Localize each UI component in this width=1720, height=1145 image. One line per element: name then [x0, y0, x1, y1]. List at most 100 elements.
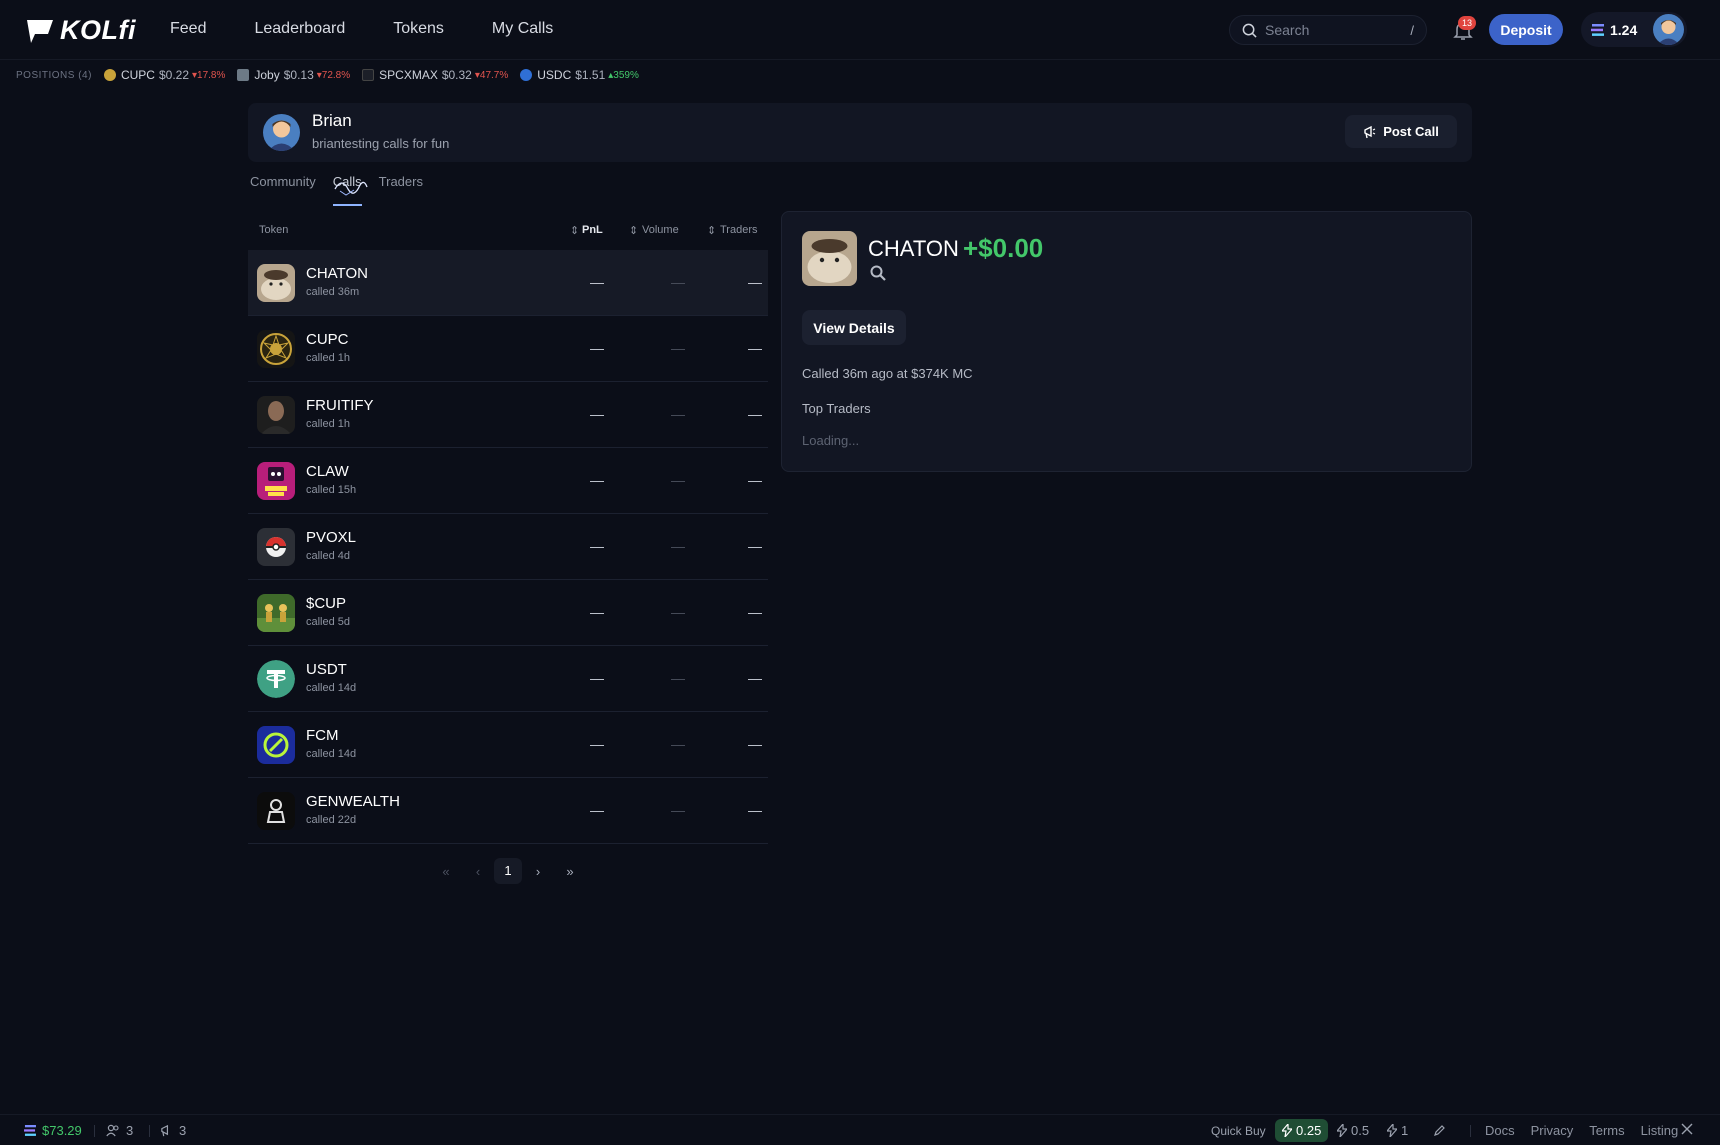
row-traders: —: [748, 472, 762, 488]
table-row[interactable]: USDT called 14d — — —: [248, 646, 768, 712]
usdt-token-image: [257, 660, 295, 698]
tab-traders[interactable]: Traders: [379, 174, 423, 198]
positions-ticker: POSITIONS (4) CUPC $0.22 ▾17.8% Joby $0.…: [0, 62, 1720, 88]
nav-leaderboard[interactable]: Leaderboard: [254, 20, 345, 38]
footer-calls[interactable]: 3: [160, 1123, 186, 1138]
sort-pnl-icon[interactable]: ⇕: [570, 224, 579, 237]
nav-tokens[interactable]: Tokens: [393, 20, 444, 38]
search-icon[interactable]: [870, 265, 886, 281]
position-symbol: Joby: [254, 68, 280, 82]
token-called-time: called 4d: [306, 550, 351, 562]
pagination-next[interactable]: ›: [522, 864, 554, 879]
x-social-icon[interactable]: [1681, 1123, 1693, 1135]
profile-bio: briantesting calls for fun: [312, 136, 450, 151]
nav-my-calls[interactable]: My Calls: [492, 20, 553, 38]
position-symbol: SPCXMAX: [379, 68, 438, 82]
position-change: ▾72.8%: [316, 69, 351, 81]
table-row[interactable]: PVOXL called 4d — — —: [248, 514, 768, 580]
footer-link-terms[interactable]: Terms: [1589, 1123, 1624, 1138]
lightning-icon: [1337, 1124, 1347, 1137]
pencil-icon[interactable]: [1433, 1124, 1446, 1137]
profile-name: Brian: [312, 111, 352, 130]
token-name: FCM: [306, 727, 339, 744]
quick-buy-option-3[interactable]: 1: [1387, 1119, 1408, 1142]
row-pnl: —: [590, 406, 604, 422]
table-row[interactable]: GENWEALTH called 22d — — —: [248, 778, 768, 844]
divider: [149, 1125, 150, 1137]
logo-mark-icon: [27, 19, 53, 43]
position-item[interactable]: SPCXMAX $0.32 ▾47.7%: [362, 68, 508, 82]
notification-badge: 13: [1458, 16, 1476, 30]
position-symbol: CUPC: [120, 68, 155, 82]
footer-link-listing[interactable]: Listing: [1641, 1123, 1679, 1138]
post-call-button[interactable]: Post Call: [1345, 115, 1457, 148]
post-call-label: Post Call: [1383, 124, 1439, 139]
tab-community[interactable]: Community: [250, 174, 316, 198]
spcxmax-token-icon: [362, 69, 375, 81]
table-row[interactable]: FCM called 14d — — —: [248, 712, 768, 778]
sort-volume-icon[interactable]: ⇕: [629, 224, 638, 237]
usdc-token-icon: [520, 69, 533, 81]
solana-icon: [1591, 23, 1604, 36]
lightning-icon: [1387, 1124, 1397, 1137]
table-row[interactable]: CUPC called 1h — — —: [248, 316, 768, 382]
logo[interactable]: KOLfi: [26, 15, 136, 46]
fruitify-token-image: [257, 396, 295, 434]
loading-text: Loading...: [802, 433, 860, 448]
token-called-time: called 1h: [306, 352, 351, 364]
row-volume: —: [671, 736, 685, 752]
row-traders: —: [748, 406, 762, 422]
footer-users-count: 3: [126, 1123, 134, 1138]
row-volume: —: [671, 274, 685, 290]
col-volume[interactable]: Volume: [642, 224, 679, 236]
quick-buy-amount: 0.5: [1351, 1123, 1370, 1138]
row-traders: —: [748, 670, 762, 686]
row-volume: —: [671, 472, 685, 488]
table-row[interactable]: CHATON called 36m — — —: [248, 250, 768, 316]
footer-link-privacy[interactable]: Privacy: [1531, 1123, 1574, 1138]
row-pnl: —: [590, 538, 604, 554]
position-change: ▴359%: [608, 69, 639, 81]
row-traders: —: [748, 736, 762, 752]
position-item[interactable]: CUPC $0.22 ▾17.8%: [103, 68, 225, 82]
nav-feed[interactable]: Feed: [170, 20, 206, 38]
row-traders: —: [748, 802, 762, 818]
top-navigation-bar: KOLfi Feed Leaderboard Tokens My Calls S…: [0, 0, 1720, 60]
wallet-balance[interactable]: 1.24: [1581, 12, 1687, 47]
token-called-time: called 5d: [306, 616, 351, 628]
user-avatar[interactable]: [1653, 14, 1684, 45]
position-change: ▾47.7%: [474, 69, 509, 81]
pagination-last[interactable]: »: [554, 864, 586, 879]
footer-bar: $73.29 3 3 Quick Buy 0.25 0.5 1 Docs Pri…: [0, 1114, 1720, 1145]
position-item[interactable]: USDC $1.51 ▴359%: [520, 68, 639, 82]
pagination-page-1[interactable]: 1: [494, 858, 522, 884]
pagination-prev[interactable]: ‹: [462, 864, 494, 879]
position-item[interactable]: Joby $0.13 ▾72.8%: [237, 68, 350, 82]
footer-link-docs[interactable]: Docs: [1485, 1123, 1515, 1138]
search-input[interactable]: Search /: [1229, 15, 1427, 45]
position-price: $0.32: [441, 68, 472, 82]
deposit-button[interactable]: Deposit: [1489, 14, 1563, 45]
col-traders[interactable]: Traders: [720, 224, 758, 236]
quick-buy-option-1[interactable]: 0.25: [1275, 1119, 1329, 1142]
table-row[interactable]: $CUP called 5d — — —: [248, 580, 768, 646]
token-name: CLAW: [306, 463, 349, 480]
detail-pnl: +$0.00: [963, 233, 1044, 263]
col-pnl[interactable]: PnL: [582, 224, 603, 236]
footer-users[interactable]: 3: [106, 1123, 133, 1138]
sort-traders-icon[interactable]: ⇕: [707, 224, 716, 237]
joby-token-icon: [237, 69, 250, 81]
table-row[interactable]: CLAW called 15h — — —: [248, 448, 768, 514]
quick-buy-option-2[interactable]: 0.5: [1337, 1119, 1369, 1142]
token-name: GENWEALTH: [306, 793, 400, 810]
profile-card: Brian briantesting calls for fun Post Ca…: [248, 103, 1472, 162]
view-details-button[interactable]: View Details: [802, 310, 906, 345]
token-called-time: called 14d: [306, 748, 357, 760]
table-row[interactable]: FRUITIFY called 1h — — —: [248, 382, 768, 448]
token-name: CUPC: [306, 331, 349, 348]
position-price: $0.13: [283, 68, 314, 82]
top-traders-heading: Top Traders: [802, 401, 871, 416]
footer-balance[interactable]: $73.29: [24, 1123, 82, 1138]
pagination-first[interactable]: «: [430, 864, 462, 879]
main-nav: Feed Leaderboard Tokens My Calls: [170, 20, 601, 38]
